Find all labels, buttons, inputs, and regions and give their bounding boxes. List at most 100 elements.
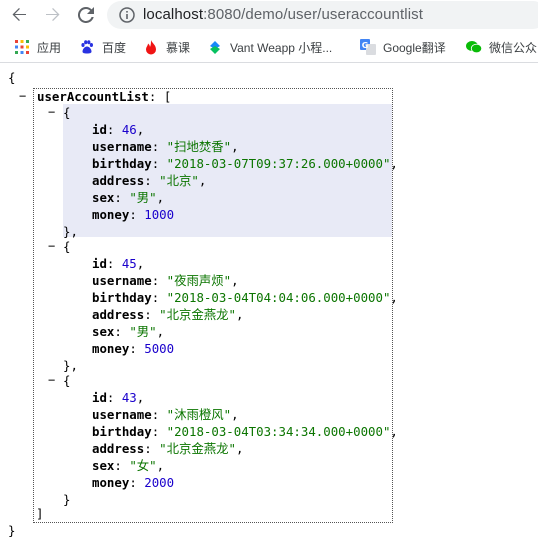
colon: : [114, 190, 130, 205]
browser-toolbar: localhost:8080/demo/user/useraccountlist [0, 0, 538, 30]
collapse-toggle-item[interactable]: − [48, 104, 55, 121]
array-close-bracket: ] [36, 506, 44, 521]
bookmark-label: Vant Weapp 小程... [230, 40, 333, 55]
field-key: sex [92, 458, 115, 473]
field-line-username: username: "扫地焚香", [92, 138, 239, 155]
colon: : [106, 122, 122, 137]
bookmark-label: 应用 [37, 40, 62, 55]
field-key: id [92, 256, 107, 271]
colon: : [151, 139, 167, 154]
colon: : [129, 341, 145, 356]
field-key: money [92, 207, 130, 222]
comma: , [156, 324, 165, 339]
address-bar[interactable]: localhost:8080/demo/user/useraccountlist [107, 1, 538, 29]
field-line-sex: sex: "男", [92, 189, 164, 206]
string-value: "男" [129, 190, 157, 205]
field-key: address [92, 173, 145, 188]
json-viewer: { − userAccountList: [ −{id: 46, username… [0, 63, 538, 548]
bookmark-apps[interactable]: 应用 [14, 38, 61, 56]
field-line-money: money: 2000 [92, 474, 174, 491]
string-value: "沐雨橙风" [166, 407, 232, 422]
colon: : [106, 390, 122, 405]
array-key-line: userAccountList: [ [37, 88, 171, 105]
bookmark-google-translate[interactable]: G Google翻译 [360, 38, 446, 56]
number-value: 45 [121, 256, 137, 271]
collapse-toggle-array[interactable]: − [19, 88, 26, 105]
bookmark-imooc[interactable]: 慕课 [143, 38, 190, 56]
field-key: sex [92, 324, 115, 339]
field-line-address: address: "北京金燕龙", [92, 306, 243, 323]
colon: : [144, 173, 160, 188]
bookmark-label: 百度 [102, 40, 127, 55]
forward-arrow-icon [46, 8, 60, 21]
back-button[interactable] [8, 4, 30, 26]
field-line-username: username: "夜雨声烦", [92, 272, 239, 289]
comma: , [236, 307, 244, 322]
colon: : [129, 207, 145, 222]
comma: , [236, 441, 244, 456]
bookmark-baidu[interactable]: 百度 [79, 38, 126, 56]
field-line-username: username: "沐雨橙风", [92, 406, 239, 423]
string-value: "女" [129, 458, 157, 473]
field-line-birthday: birthday: "2018-03-04T04:04:06.000+0000"… [92, 289, 398, 306]
collapse-toggle-item[interactable]: − [48, 238, 55, 255]
string-value: "北京金燕龙" [159, 307, 237, 322]
back-arrow-icon [12, 8, 26, 21]
comma: , [390, 290, 398, 305]
comma: , [136, 122, 145, 137]
flame-icon [143, 39, 159, 55]
colon: : [151, 156, 167, 171]
number-value: 43 [121, 390, 137, 405]
item-open-brace: { [63, 105, 71, 120]
field-line-money: money: 1000 [92, 206, 174, 223]
string-value: "2018-03-04T04:04:06.000+0000" [166, 290, 391, 305]
colon: : [151, 407, 167, 422]
item-open-brace: { [63, 373, 71, 388]
field-key: id [92, 390, 107, 405]
url-host: localhost [143, 6, 204, 23]
field-key: money [92, 475, 130, 490]
field-line-id: id: 46, [92, 121, 144, 138]
number-value: 46 [121, 122, 137, 137]
array-key: userAccountList [37, 89, 149, 104]
bookmark-label: 微信公众 [489, 40, 538, 55]
string-value: "男" [129, 324, 157, 339]
baidu-paw-icon [79, 39, 95, 55]
field-line-sex: sex: "男", [92, 323, 164, 340]
string-value: "2018-03-07T09:37:26.000+0000" [166, 156, 391, 171]
root-close-brace: } [8, 523, 16, 538]
bookmark-label: 慕课 [166, 40, 191, 55]
string-value: "夜雨声烦" [166, 273, 232, 288]
field-key: birthday [92, 424, 152, 439]
url-text[interactable]: localhost:8080/demo/user/useraccountlist [143, 6, 423, 23]
collapse-toggle-item[interactable]: − [48, 372, 55, 389]
comma: , [231, 139, 239, 154]
colon: : [114, 458, 130, 473]
field-line-id: id: 45, [92, 255, 144, 272]
url-path: :8080/demo/user/useraccountlist [203, 6, 423, 23]
reload-button[interactable] [75, 4, 97, 26]
comma: , [231, 273, 239, 288]
comma: , [231, 407, 239, 422]
colon: : [129, 475, 145, 490]
info-icon [119, 7, 135, 23]
forward-button[interactable] [42, 4, 64, 26]
string-value: "2018-03-04T03:34:34.000+0000" [166, 424, 391, 439]
bookmark-label: Google翻译 [383, 40, 446, 55]
number-value: 1000 [144, 207, 175, 222]
field-key: username [92, 273, 152, 288]
colon: : [144, 307, 160, 322]
field-key: address [92, 441, 145, 456]
comma: , [390, 424, 398, 439]
colon: : [151, 290, 167, 305]
comma: , [156, 190, 165, 205]
field-key: sex [92, 190, 115, 205]
field-line-address: address: "北京", [92, 172, 206, 189]
comma: , [136, 390, 145, 405]
colon: : [114, 324, 130, 339]
field-line-sex: sex: "女", [92, 457, 164, 474]
field-key: money [92, 341, 130, 356]
colon: : [144, 441, 160, 456]
bookmark-wechat-mp[interactable]: 微信公众 [466, 38, 537, 56]
bookmark-vant-weapp[interactable]: Vant Weapp 小程... [207, 38, 332, 56]
